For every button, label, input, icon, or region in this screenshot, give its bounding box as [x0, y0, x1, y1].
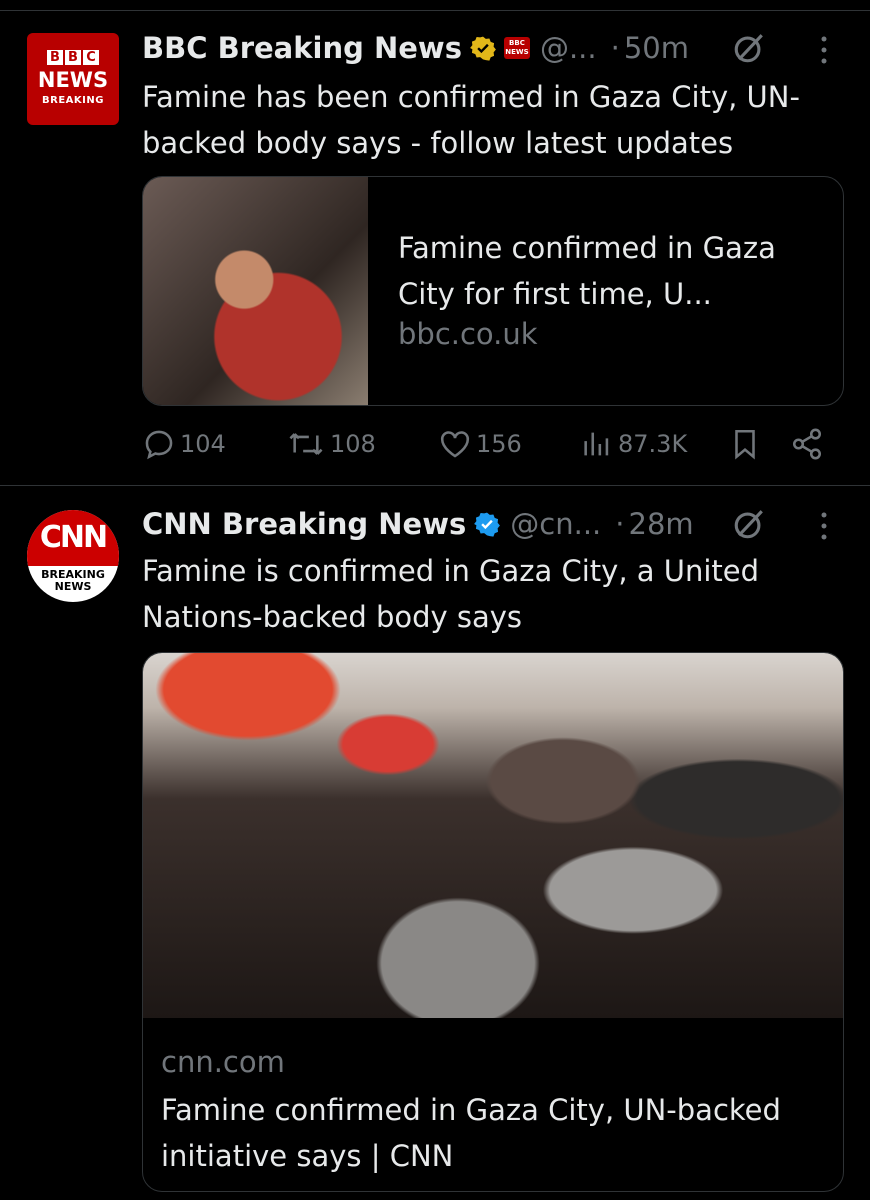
like-count: 156 — [476, 430, 522, 458]
bookmark-icon[interactable] — [730, 427, 760, 461]
bbc-logo-boxes: B B C — [47, 50, 99, 65]
tweet-header: CNN Breaking News @cn... · 28m — [142, 506, 694, 542]
reply-icon — [145, 430, 173, 460]
share-icon[interactable] — [790, 427, 824, 461]
bbc-affiliate-badge: BBC NEWS — [503, 37, 530, 59]
separator-dot: · — [615, 507, 625, 541]
link-card-image — [143, 177, 368, 405]
views-icon — [584, 432, 609, 456]
cnn-avatar-logo: CNN — [39, 520, 108, 555]
reply-button[interactable]: 104 — [142, 424, 226, 464]
repost-icon — [289, 433, 323, 455]
bbc-logo-letter: B — [47, 50, 63, 65]
tweet-text: Famine is confirmed in Gaza City, a Unit… — [142, 554, 760, 634]
link-card-title: Famine confirmed in Gaza City, UN-backed… — [161, 1093, 781, 1173]
author-handle[interactable]: @... — [540, 31, 597, 65]
bbc-avatar-breaking: BREAKING — [42, 95, 104, 106]
verified-blue-icon — [474, 512, 501, 537]
link-card[interactable]: cnn.com Famine confirmed in Gaza City, U… — [142, 652, 844, 1192]
tweet-actions: 104 108 156 87.3K — [142, 424, 832, 464]
more-icon[interactable] — [820, 511, 828, 541]
grok-icon[interactable] — [732, 31, 766, 65]
cnn-avatar-sub: BREAKING NEWS — [41, 568, 105, 593]
like-icon — [440, 431, 470, 458]
bbc-avatar[interactable]: B B C NEWS BREAKING — [27, 33, 119, 125]
like-button[interactable]: 156 — [438, 424, 522, 464]
more-icon[interactable] — [820, 35, 828, 65]
author-name[interactable]: CNN Breaking News — [142, 507, 466, 541]
link-card-image — [143, 653, 843, 1018]
link-card-title: Famine confirmed in Gaza City for first … — [398, 231, 776, 311]
bbc-logo-letter: B — [65, 50, 81, 65]
top-divider — [0, 10, 870, 11]
timestamp[interactable]: 28m — [629, 507, 694, 541]
tweet-header: BBC Breaking News BBC NEWS @... · 50m — [142, 30, 689, 66]
repost-button[interactable]: 108 — [286, 424, 376, 464]
link-card[interactable]: Famine confirmed in Gaza City for first … — [142, 176, 844, 406]
timestamp[interactable]: 50m — [624, 31, 689, 65]
author-handle[interactable]: @cn... — [510, 507, 601, 541]
views-count: 87.3K — [618, 430, 688, 458]
reply-count: 104 — [180, 430, 226, 458]
separator-dot: · — [610, 31, 620, 65]
views-button[interactable]: 87.3K — [580, 424, 687, 464]
verified-gold-icon — [470, 36, 496, 61]
link-card-domain: cnn.com — [161, 1045, 285, 1079]
link-card-domain: bbc.co.uk — [398, 317, 538, 351]
cnn-avatar[interactable]: CNN BREAKING NEWS — [27, 510, 119, 602]
tweet-divider — [0, 485, 870, 486]
tweet-text: Famine has been confirmed in Gaza City, … — [142, 80, 800, 160]
author-name[interactable]: BBC Breaking News — [142, 31, 462, 65]
bbc-avatar-news: NEWS — [37, 68, 109, 92]
repost-count: 108 — [330, 430, 376, 458]
grok-icon[interactable] — [732, 507, 766, 541]
bbc-logo-letter: C — [83, 50, 99, 65]
